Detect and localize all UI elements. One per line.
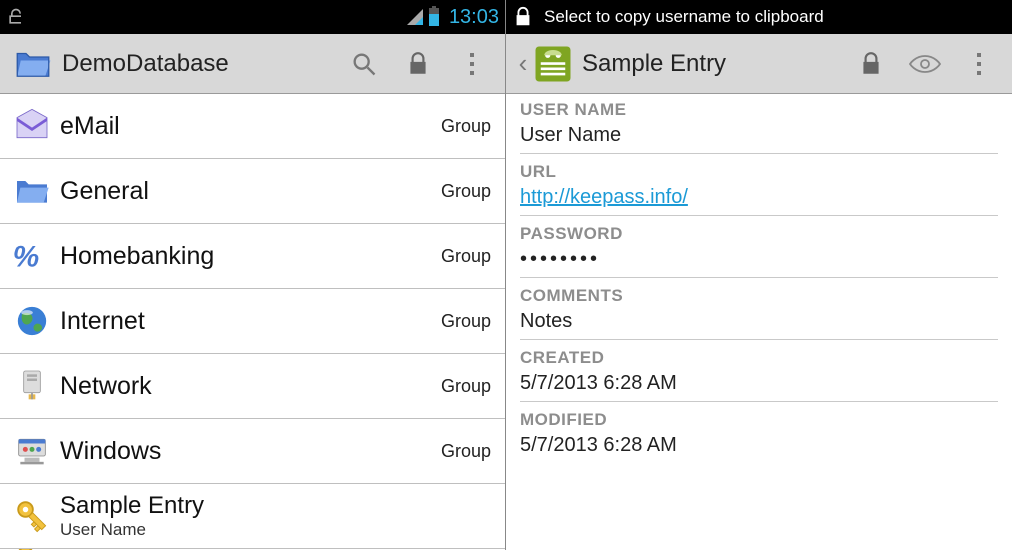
url-label: URL — [520, 162, 998, 182]
group-list: eMail Group General Group % Homebanking … — [0, 94, 505, 550]
list-item-label: General — [60, 177, 441, 206]
list-item[interactable]: Network Group — [0, 354, 505, 419]
entry-details: USER NAME User Name URL http://keepass.i… — [506, 94, 1012, 550]
overflow-menu-button[interactable] — [952, 34, 1006, 94]
username-value[interactable]: User Name — [520, 124, 998, 154]
lock-button[interactable] — [391, 34, 445, 94]
signal-icon — [405, 7, 425, 27]
globe-icon — [8, 297, 56, 345]
status-bar-right: Select to copy username to clipboard — [506, 0, 1012, 34]
list-item-label: Windows — [60, 437, 441, 466]
key-icon — [8, 492, 56, 540]
username-label: USER NAME — [520, 100, 998, 120]
entry-title: Sample Entry — [582, 50, 844, 78]
created-value: 5/7/2013 6:28 AM — [520, 372, 998, 402]
list-item-type: Group — [441, 116, 491, 137]
overflow-menu-button[interactable] — [445, 34, 499, 94]
list-item[interactable]: % Homebanking Group — [0, 224, 505, 289]
list-item[interactable]: eMail Group — [0, 94, 505, 159]
mail-icon — [8, 102, 56, 150]
search-button[interactable] — [337, 34, 391, 94]
list-item-type: Group — [441, 181, 491, 202]
list-item-type: Group — [441, 311, 491, 332]
entry-detail-pane: Select to copy username to clipboard ‹ S… — [506, 0, 1012, 550]
password-value[interactable]: •••••••• — [520, 248, 998, 278]
comments-value[interactable]: Notes — [520, 310, 998, 340]
database-title: DemoDatabase — [62, 50, 337, 78]
list-item-type: Group — [441, 441, 491, 462]
server-icon — [8, 362, 56, 410]
created-label: CREATED — [520, 348, 998, 368]
list-item-type: Group — [441, 246, 491, 267]
list-item-label: Internet — [60, 307, 441, 336]
list-item[interactable]: Sample Entry User Name — [0, 484, 505, 549]
svg-text:%: % — [13, 241, 39, 274]
status-tip: Select to copy username to clipboard — [544, 7, 824, 27]
modified-value: 5/7/2013 6:28 AM — [520, 434, 998, 457]
list-item-label: Network — [60, 372, 441, 401]
list-item-subtitle: User Name — [60, 520, 491, 540]
list-item-type: Group — [441, 376, 491, 397]
folder-open-icon[interactable] — [10, 41, 56, 87]
url-value[interactable]: http://keepass.info/ — [520, 186, 998, 216]
status-bar-left: 13:03 — [0, 0, 505, 34]
list-item-label: eMail — [60, 112, 441, 141]
windows-icon — [8, 427, 56, 475]
app-icon[interactable] — [530, 41, 576, 87]
show-password-button[interactable] — [898, 34, 952, 94]
percent-icon: % — [8, 232, 56, 280]
folder-icon — [8, 167, 56, 215]
lock-button[interactable] — [844, 34, 898, 94]
list-item[interactable]: Windows Group — [0, 419, 505, 484]
list-item[interactable]: Internet Group — [0, 289, 505, 354]
app-indicator-icon — [6, 7, 26, 27]
action-bar-right: ‹ Sample Entry — [506, 34, 1012, 94]
battery-icon — [427, 6, 441, 28]
comments-label: COMMENTS — [520, 286, 998, 306]
clock: 13:03 — [449, 6, 499, 29]
list-item-label: Homebanking — [60, 242, 441, 271]
list-item[interactable]: General Group — [0, 159, 505, 224]
lock-status-icon — [512, 6, 534, 28]
back-button[interactable]: ‹ — [516, 48, 530, 79]
password-label: PASSWORD — [520, 224, 998, 244]
list-item-label: Sample Entry — [60, 492, 491, 520]
action-bar-left: DemoDatabase — [0, 34, 505, 94]
modified-label: MODIFIED — [520, 410, 998, 430]
group-list-pane: 13:03 DemoDatabase — [0, 0, 506, 550]
